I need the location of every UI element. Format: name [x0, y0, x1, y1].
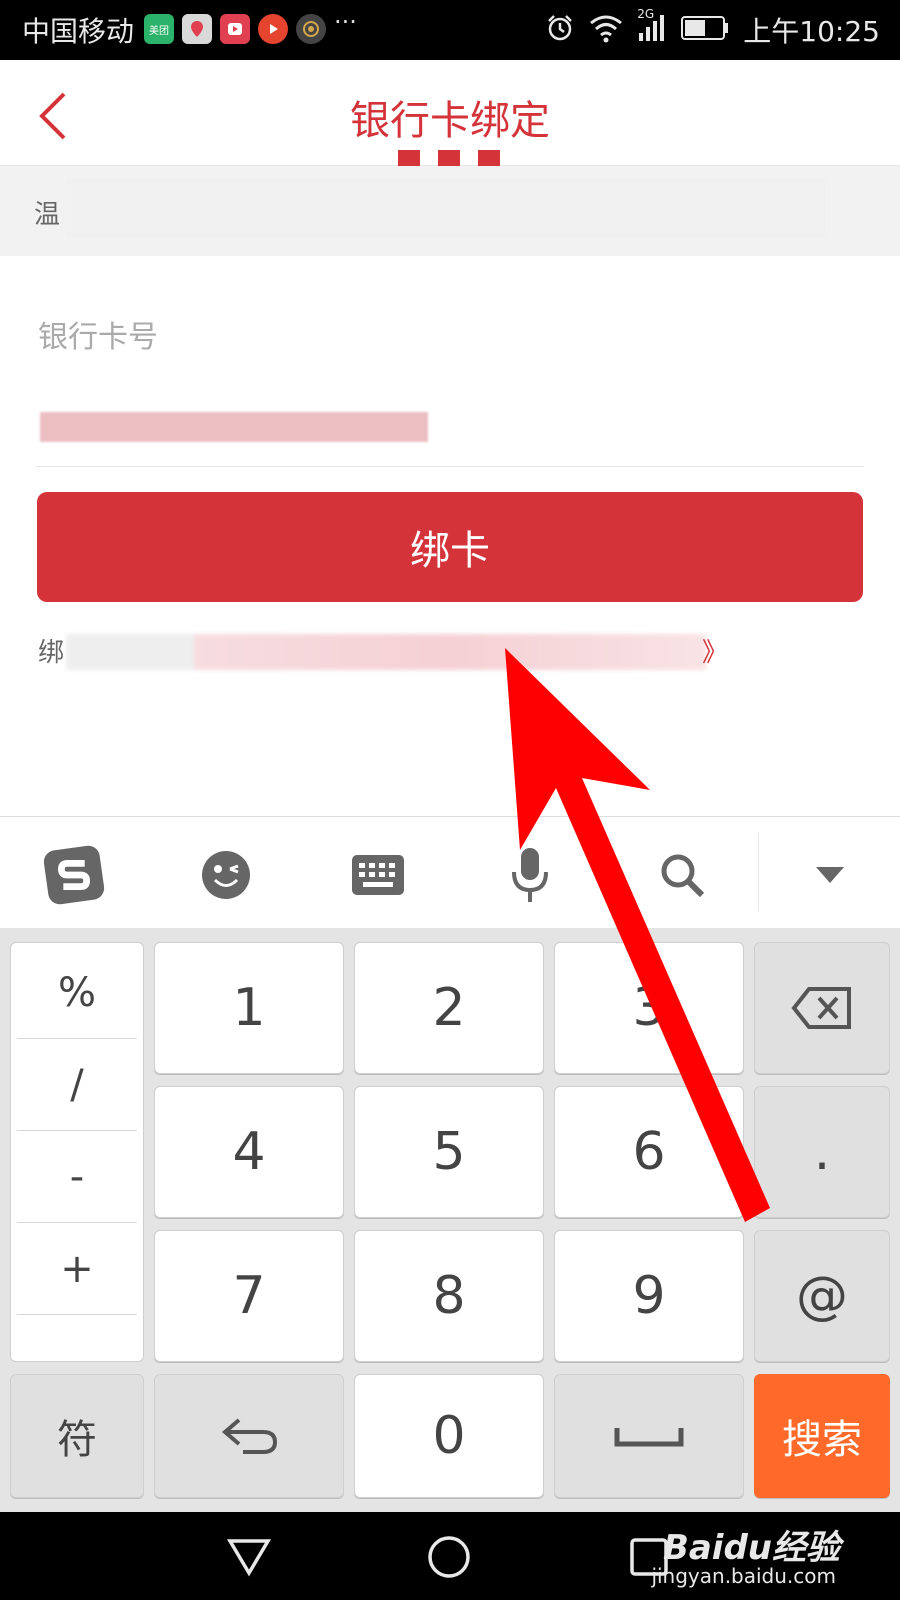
video-app-icon — [220, 14, 250, 44]
search-key[interactable]: 搜索 — [754, 1374, 890, 1498]
key-4[interactable]: 4 — [154, 1086, 344, 1218]
clock: 上午10:25 — [743, 15, 880, 48]
search-icon[interactable] — [650, 843, 714, 907]
meituan-app-icon: 美团 — [144, 14, 174, 44]
circle-home-icon — [428, 1536, 470, 1578]
microphone-icon[interactable] — [498, 843, 562, 907]
key-9[interactable]: 9 — [554, 1230, 744, 1362]
key-5[interactable]: 5 — [354, 1086, 544, 1218]
symbol-column: % / - + — [10, 942, 144, 1362]
symbol-key[interactable]: % — [17, 947, 137, 1039]
return-key[interactable] — [154, 1374, 344, 1498]
agreement-redaction — [66, 634, 706, 670]
battery-icon — [681, 15, 729, 45]
backspace-icon — [791, 987, 851, 1029]
app-header: 银行卡绑定 — [0, 60, 900, 166]
card-number-redaction — [40, 412, 428, 442]
key-0[interactable]: 0 — [354, 1374, 544, 1498]
carrier-name: 中国移动 — [22, 15, 135, 48]
wifi-icon — [589, 13, 623, 47]
ime-toolbar — [0, 816, 900, 928]
baidu-watermark-url: jingyan.baidu.com — [651, 1564, 836, 1588]
media-app-icon — [258, 14, 288, 44]
tip-redaction — [66, 178, 826, 238]
agreement-link[interactable]: 》 — [702, 632, 728, 669]
tip-text: 温 — [34, 200, 61, 230]
tip-bar: 温 — [0, 166, 900, 256]
symbol-key[interactable]: / — [17, 1039, 137, 1131]
system-nav-bar: Baidu经验 jingyan.baidu.com — [0, 1512, 900, 1600]
sogou-logo-icon[interactable] — [42, 843, 106, 907]
symbols-key[interactable]: 符 — [10, 1374, 144, 1498]
field-divider — [36, 466, 864, 467]
title-underline-marks — [398, 150, 500, 166]
return-icon — [221, 1418, 278, 1454]
nav-home-button[interactable] — [422, 1530, 476, 1584]
camera-app-icon — [296, 14, 326, 44]
key-3[interactable]: 3 — [554, 942, 744, 1074]
dot-key[interactable]: . — [754, 1086, 890, 1218]
page-title: 银行卡绑定 — [350, 98, 550, 144]
emoji-icon[interactable] — [194, 843, 258, 907]
bind-card-button[interactable]: 绑卡 — [37, 492, 863, 602]
key-6[interactable]: 6 — [554, 1086, 744, 1218]
at-key[interactable]: @ — [754, 1230, 890, 1362]
baidu-watermark: Baidu经验 — [662, 1528, 840, 1568]
space-icon — [614, 1428, 684, 1447]
agreement-text: 绑 — [38, 638, 65, 668]
map-app-icon — [182, 14, 212, 44]
numeric-keyboard: % / - + 1 2 3 4 5 6 . 7 8 9 @ 符 0 搜索 — [0, 928, 900, 1512]
symbol-key[interactable]: - — [17, 1131, 137, 1223]
alarm-icon — [545, 13, 575, 47]
notification-icons: 美团 — [144, 14, 326, 44]
more-notifications-icon: ··· — [334, 8, 357, 36]
keyboard-icon[interactable] — [346, 843, 410, 907]
key-2[interactable]: 2 — [354, 942, 544, 1074]
network-type-label: 2G — [637, 7, 655, 21]
backspace-key[interactable] — [754, 942, 890, 1074]
space-key[interactable] — [554, 1374, 744, 1498]
key-8[interactable]: 8 — [354, 1230, 544, 1362]
key-1[interactable]: 1 — [154, 942, 344, 1074]
signal-icon: 2G — [637, 7, 667, 47]
toolbar-divider — [758, 833, 759, 911]
triangle-back-icon — [226, 1539, 272, 1577]
collapse-keyboard-icon[interactable] — [798, 843, 862, 907]
status-bar: 中国移动 美团 ··· 2G 上午10:25 — [0, 0, 900, 60]
key-7[interactable]: 7 — [154, 1230, 344, 1362]
card-number-label: 银行卡号 — [38, 320, 158, 355]
status-indicators: 2G 上午10:25 — [545, 7, 880, 50]
symbol-key[interactable]: + — [17, 1223, 137, 1315]
nav-back-button[interactable] — [222, 1530, 276, 1584]
